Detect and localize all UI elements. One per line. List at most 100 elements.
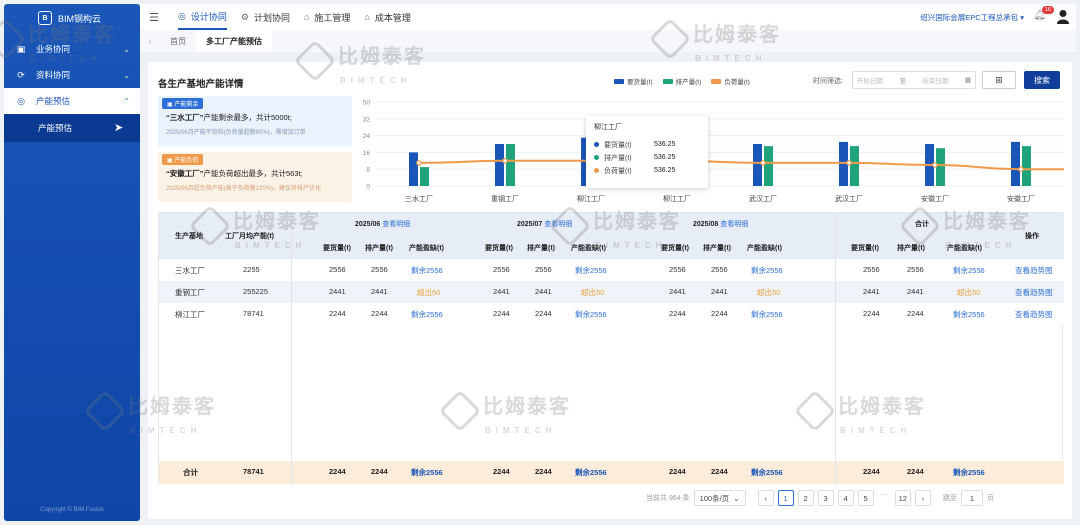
- time-filter-label: 时间筛选:: [813, 78, 843, 85]
- page-ellipsis: …: [880, 490, 888, 497]
- balance-cell: 超出50: [417, 288, 441, 297]
- page-number-button[interactable]: 2: [797, 490, 814, 506]
- design-icon: ◎: [178, 10, 186, 21]
- page-number-button[interactable]: 12: [894, 490, 911, 506]
- module-plan[interactable]: ⚙ 计划协同: [241, 11, 290, 24]
- total-demand-cell: 2441: [863, 287, 880, 296]
- module-cost[interactable]: ⌂ 成本管理: [364, 11, 410, 24]
- tooltip-value: 536.25: [654, 167, 676, 174]
- view-detail-link[interactable]: 查看明细: [382, 221, 410, 228]
- total-scheduled-cell: 2441: [907, 287, 924, 296]
- pagination: 当前共 964 条 100条/页 ⌄ ‹ 1 2 3 4 5… 12 › 跳至 1 页: [646, 490, 994, 506]
- col-header-scheduled: 排产量(t): [365, 245, 393, 252]
- page-suffix: 页: [986, 495, 994, 502]
- balance-cell: 剩余2556: [575, 310, 607, 319]
- x-tick-label: 重钢工厂: [491, 194, 519, 203]
- sidebar-item-docs[interactable]: ⟳ 资料协同 ⌄: [4, 62, 140, 88]
- tooltip-dot: [594, 142, 599, 147]
- bar-scheduled: [1022, 146, 1031, 186]
- date-start-input[interactable]: 开始日期: [857, 75, 883, 85]
- avatar[interactable]: [1056, 9, 1070, 24]
- balance-cell: 超出50: [581, 288, 605, 297]
- legend-item-scheduled[interactable]: 排产量(t): [662, 76, 701, 86]
- col-header-balance: 产能盈缺(t): [409, 245, 444, 252]
- load-point: [416, 160, 422, 166]
- load-point: [760, 160, 766, 166]
- sidebar-item-capacity[interactable]: ◎ 产能预估 ⌃: [4, 88, 140, 114]
- total-cell: 2244: [371, 467, 388, 476]
- page-number-button[interactable]: 5: [857, 490, 874, 506]
- tab-home[interactable]: 首页: [160, 30, 196, 52]
- search-button[interactable]: 搜索: [1024, 71, 1060, 89]
- scheduled-cell: 2244: [535, 309, 552, 318]
- overload-factory: “安徽工厂”: [166, 169, 204, 178]
- page-number-button[interactable]: 4: [837, 490, 854, 506]
- sidebar-subitem-capacity[interactable]: 产能预估 ➤: [4, 114, 140, 142]
- prev-page-button[interactable]: ‹: [757, 490, 774, 506]
- briefcase-icon: ▣: [16, 43, 26, 54]
- bar-demand: [495, 144, 504, 186]
- overload-detail: 2025/06月超负荷产能(高于负荷量120%)，建议将排产优化: [166, 186, 322, 192]
- scheduled-cell: 2441: [371, 287, 388, 296]
- view-detail-link[interactable]: 查看明细: [544, 221, 572, 228]
- module-construction[interactable]: ⌂ 施工管理: [304, 11, 350, 24]
- view-trend-link[interactable]: 查看趋势图: [1015, 309, 1053, 320]
- factory-name: 重钢工厂: [175, 288, 205, 297]
- date-range-picker[interactable]: 开始日期 至 结束日期 ▦: [852, 71, 976, 89]
- capacity-chart[interactable]: 0816243250三水工厂 重钢工厂 柳江工厂 柳江工厂 武汉工厂 武汉工厂 安徽工厂 安徽…: [354, 94, 1072, 209]
- page-number-button[interactable]: 3: [817, 490, 834, 506]
- bar-scheduled: [936, 148, 945, 186]
- module-design[interactable]: ◎ 设计协同: [178, 4, 227, 30]
- view-trend-link[interactable]: 查看趋势图: [1015, 265, 1053, 276]
- sidebar-item-business[interactable]: ▣ 业务协同 ⌄: [4, 36, 140, 62]
- app-root: B BIM钢构云 ▣ 业务协同 ⌄ ⟳ 资料协同 ⌄ ◎ 产能预估 ⌃ 产能预估…: [0, 0, 1080, 525]
- view-trend-link[interactable]: 查看趋势图: [1015, 287, 1053, 298]
- overload-text: 产能负荷超出最多，共计563t;: [203, 169, 303, 178]
- factory-name: 三水工厂: [175, 266, 205, 275]
- col-header-balance: 产能盈缺(t): [571, 245, 606, 252]
- tab-capacity-estimate[interactable]: 多工厂产能预估: [196, 30, 272, 52]
- balance-cell: 剩余2556: [575, 266, 607, 275]
- total-cell: 2244: [863, 467, 880, 476]
- legend-label: 负荷量(t): [724, 79, 750, 86]
- x-tick-label: 武汉工厂: [749, 194, 777, 203]
- view-detail-link[interactable]: 查看明细: [720, 221, 748, 228]
- legend-item-demand[interactable]: 要货量(t): [614, 76, 653, 86]
- caret-down-icon: ▾: [1020, 13, 1024, 22]
- project-selector[interactable]: 绍兴国际会展EPC工程总承包 ▾: [920, 12, 1024, 23]
- page-size-select[interactable]: 100条/页 ⌄: [693, 490, 746, 506]
- chevron-left-icon[interactable]: ‹: [140, 37, 160, 46]
- monthly-capacity: 78741: [243, 309, 264, 318]
- chart-tooltip: 柳江工厂 要货量(t) 536.25 排产量(t) 536.25 负荷量(t) 536…: [586, 116, 708, 188]
- tooltip-title: 柳江工厂: [594, 124, 622, 131]
- demand-cell: 2244: [669, 309, 686, 318]
- period-header-2: 2025/07 查看明细: [517, 219, 572, 229]
- date-end-input[interactable]: 结束日期: [922, 75, 948, 85]
- page-number-button[interactable]: 1: [777, 490, 794, 506]
- bar-scheduled: [420, 167, 429, 186]
- total-scheduled-cell: 2556: [907, 265, 924, 274]
- brand-logo-icon: B: [38, 11, 52, 25]
- capacity-table: 生产基地 工厂月均产能(t) 2025/06 查看明细 2025/07 查看明细…: [158, 212, 1064, 485]
- total-cell: 2244: [669, 467, 686, 476]
- table-row: 重钢工厂 255225 2441 2441 超出50 2441 2441 超出50 2441 24…: [159, 281, 1064, 303]
- module-label: 计划协同: [253, 12, 290, 23]
- total-cell: 2244: [329, 467, 346, 476]
- total-cell: 剩余2556: [751, 468, 783, 477]
- construction-icon: ⌂: [303, 12, 310, 22]
- x-tick-label: 柳江工厂: [663, 194, 691, 203]
- y-tick-label: 16: [363, 150, 371, 157]
- tooltip-value: 536.25: [654, 154, 676, 161]
- date-separator: 至: [899, 78, 906, 85]
- goto-page-input[interactable]: 1: [960, 490, 983, 506]
- grid-view-button[interactable]: ⊞: [982, 71, 1016, 89]
- sidebar-subitem-label: 产能预估: [38, 123, 73, 133]
- next-page-button[interactable]: ›: [914, 490, 931, 506]
- demand-cell: 2441: [493, 287, 510, 296]
- balance-cell: 剩余2556: [751, 266, 783, 275]
- scheduled-cell: 2244: [711, 309, 728, 318]
- menu-toggle-icon[interactable]: ☰: [144, 11, 164, 24]
- tooltip-row: 要货量(t) 536.25: [594, 138, 700, 151]
- legend-item-load[interactable]: 负荷量(t): [711, 76, 750, 86]
- x-tick-label: 安徽工厂: [1007, 194, 1035, 203]
